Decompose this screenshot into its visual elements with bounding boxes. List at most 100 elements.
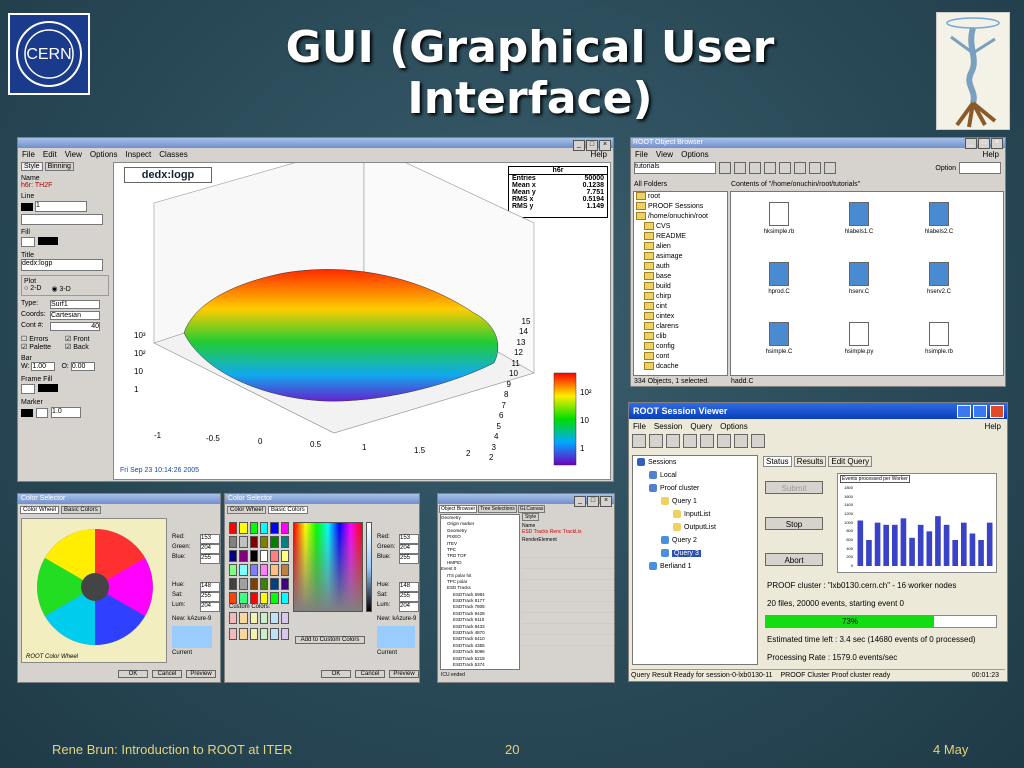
browser-tree-item[interactable]: build bbox=[634, 282, 727, 292]
browser-menu-file[interactable]: File bbox=[635, 150, 648, 159]
basic-color-swatch[interactable] bbox=[239, 592, 248, 604]
browser-icon[interactable] bbox=[717, 434, 731, 448]
option-combo[interactable] bbox=[959, 162, 1001, 174]
session-tree-item[interactable]: Query 1 bbox=[633, 495, 757, 508]
file-item[interactable]: hserv.C bbox=[829, 262, 889, 295]
plot-3d-radio[interactable]: ◉ 3-D bbox=[51, 285, 70, 293]
browser-maximize-icon[interactable]: □ bbox=[978, 138, 990, 149]
color-field-input[interactable]: 204 bbox=[399, 602, 419, 612]
browser-tree-item[interactable]: chirp bbox=[634, 292, 727, 302]
basic-color-swatch[interactable] bbox=[280, 550, 289, 562]
basic-color-swatch[interactable] bbox=[259, 578, 269, 590]
colorsel1-tab-basic[interactable]: Basic Colors bbox=[61, 506, 101, 514]
file-item[interactable]: hlabels1.C bbox=[829, 202, 889, 235]
custom-color-swatch[interactable] bbox=[229, 612, 238, 624]
canvas-pad[interactable]: dedx:logp h6r Entries 50000 Mean x 0.1238 Me… bbox=[113, 162, 611, 480]
colorsel1-preview-button[interactable]: Preview bbox=[186, 670, 216, 678]
tab-status[interactable]: Status bbox=[763, 456, 792, 467]
colorsel2-tab-wheel[interactable]: Color Wheel bbox=[227, 506, 267, 514]
browser-tree-item[interactable]: cint bbox=[634, 302, 727, 312]
basic-color-swatch[interactable] bbox=[270, 592, 279, 604]
session-tree-item[interactable]: Proof cluster bbox=[633, 482, 757, 495]
session-close-icon[interactable] bbox=[990, 405, 1004, 418]
search-icon[interactable] bbox=[824, 162, 836, 174]
color-field-input[interactable]: 148 bbox=[399, 582, 419, 592]
browser-tree-item[interactable]: base bbox=[634, 272, 727, 282]
basic-color-swatch[interactable] bbox=[280, 578, 289, 590]
browser-menu-options[interactable]: Options bbox=[681, 150, 709, 159]
minimize-icon[interactable]: _ bbox=[573, 140, 585, 151]
eve-tree-item[interactable]: ESDTrack 5374 bbox=[441, 662, 519, 668]
eve-minimize-icon[interactable]: _ bbox=[574, 496, 586, 507]
color-field-input[interactable]: 255 bbox=[200, 592, 220, 602]
bar-offset-input[interactable]: 0.00 bbox=[70, 362, 95, 371]
session-tree-item[interactable]: InputList bbox=[633, 508, 757, 521]
basic-color-swatch[interactable] bbox=[249, 592, 258, 604]
browser-folder-tree[interactable]: root PROOF Sessions/home/onuchin/root CVS R… bbox=[633, 191, 728, 376]
colorsel1-tab-wheel[interactable]: Color Wheel bbox=[20, 506, 60, 514]
basic-color-swatch[interactable] bbox=[249, 522, 258, 534]
menu-options[interactable]: Options bbox=[90, 150, 118, 159]
color-field-input[interactable]: 204 bbox=[200, 544, 220, 554]
coords-select[interactable]: Cartesian bbox=[50, 311, 100, 320]
menu-inspect[interactable]: Inspect bbox=[125, 150, 151, 159]
menu-classes[interactable]: Classes bbox=[159, 150, 187, 159]
colorsel1-ok-button[interactable]: OK bbox=[118, 670, 148, 678]
menu-edit[interactable]: Edit bbox=[43, 150, 57, 159]
basic-color-swatch[interactable] bbox=[270, 522, 279, 534]
color-field-input[interactable]: 255 bbox=[399, 554, 419, 564]
colorsel2-tab-basic[interactable]: Basic Colors bbox=[268, 506, 308, 514]
custom-color-swatch[interactable] bbox=[249, 628, 258, 640]
luminance-slider[interactable] bbox=[366, 522, 372, 612]
eve-tab-tree-selections[interactable]: Tree Selections bbox=[478, 505, 517, 513]
menu-view[interactable]: View bbox=[65, 150, 82, 159]
submit-button[interactable]: Submit bbox=[765, 481, 823, 494]
eve-maximize-icon[interactable]: □ bbox=[587, 496, 599, 507]
session-menu-file[interactable]: File bbox=[633, 422, 646, 431]
browser-file-list[interactable]: hksimple.rb hlabels1.C hlabels2.C hprod.C hs… bbox=[730, 191, 1004, 376]
frame-fill-color-swatch[interactable] bbox=[21, 384, 35, 394]
session-tree-item[interactable]: OutputList bbox=[633, 521, 757, 534]
power-icon[interactable] bbox=[751, 434, 765, 448]
type-select[interactable]: Surf1 bbox=[50, 300, 100, 309]
open-icon[interactable] bbox=[632, 434, 646, 448]
basic-color-swatch[interactable] bbox=[259, 592, 269, 604]
title-input[interactable]: dedx:logp bbox=[21, 259, 103, 271]
basic-color-swatch[interactable] bbox=[270, 550, 279, 562]
palette-checkbox[interactable]: ☑ Palette bbox=[21, 343, 65, 351]
basic-color-swatch[interactable] bbox=[239, 536, 248, 548]
color-field-input[interactable]: 153 bbox=[399, 534, 419, 544]
details-view-icon[interactable] bbox=[779, 162, 791, 174]
basic-colors-grid[interactable] bbox=[229, 522, 289, 604]
browser-menu-view[interactable]: View bbox=[656, 150, 673, 159]
browser-tree-item[interactable]: asimage bbox=[634, 252, 727, 262]
basic-color-swatch[interactable] bbox=[239, 578, 248, 590]
basic-color-swatch[interactable] bbox=[270, 536, 279, 548]
basic-color-swatch[interactable] bbox=[249, 564, 258, 576]
bar-width-input[interactable]: 1.00 bbox=[31, 362, 56, 371]
custom-color-swatch[interactable] bbox=[270, 612, 279, 624]
session-tree-item[interactable]: Query 3 bbox=[633, 547, 757, 560]
browser-tree-item[interactable]: clib bbox=[634, 332, 727, 342]
basic-color-swatch[interactable] bbox=[280, 536, 289, 548]
colorsel1-cancel-button[interactable]: Cancel bbox=[152, 670, 182, 678]
tab-results[interactable]: Results bbox=[793, 456, 827, 467]
errors-checkbox[interactable]: ☐ Errors bbox=[21, 335, 65, 343]
browser-tree-item[interactable]: cintex bbox=[634, 312, 727, 322]
browser-tree-item[interactable]: config bbox=[634, 342, 727, 352]
basic-color-swatch[interactable] bbox=[259, 550, 269, 562]
session-tree-item[interactable]: Sessions bbox=[633, 456, 757, 469]
custom-color-swatch[interactable] bbox=[280, 628, 289, 640]
session-minimize-icon[interactable] bbox=[956, 405, 971, 418]
color-field-input[interactable]: 148 bbox=[200, 582, 220, 592]
browser-tree-item[interactable]: CVS bbox=[634, 222, 727, 232]
basic-color-swatch[interactable] bbox=[229, 564, 238, 576]
connect-icon[interactable] bbox=[666, 434, 680, 448]
session-tree-item[interactable]: Query 2 bbox=[633, 534, 757, 547]
tab-edit-query[interactable]: Edit Query bbox=[828, 456, 873, 467]
color-field-input[interactable]: 255 bbox=[399, 592, 419, 602]
marker-style-select[interactable] bbox=[36, 407, 48, 418]
basic-color-swatch[interactable] bbox=[249, 578, 258, 590]
browser-tree-item[interactable]: alien bbox=[634, 242, 727, 252]
custom-color-swatch[interactable] bbox=[259, 612, 269, 624]
